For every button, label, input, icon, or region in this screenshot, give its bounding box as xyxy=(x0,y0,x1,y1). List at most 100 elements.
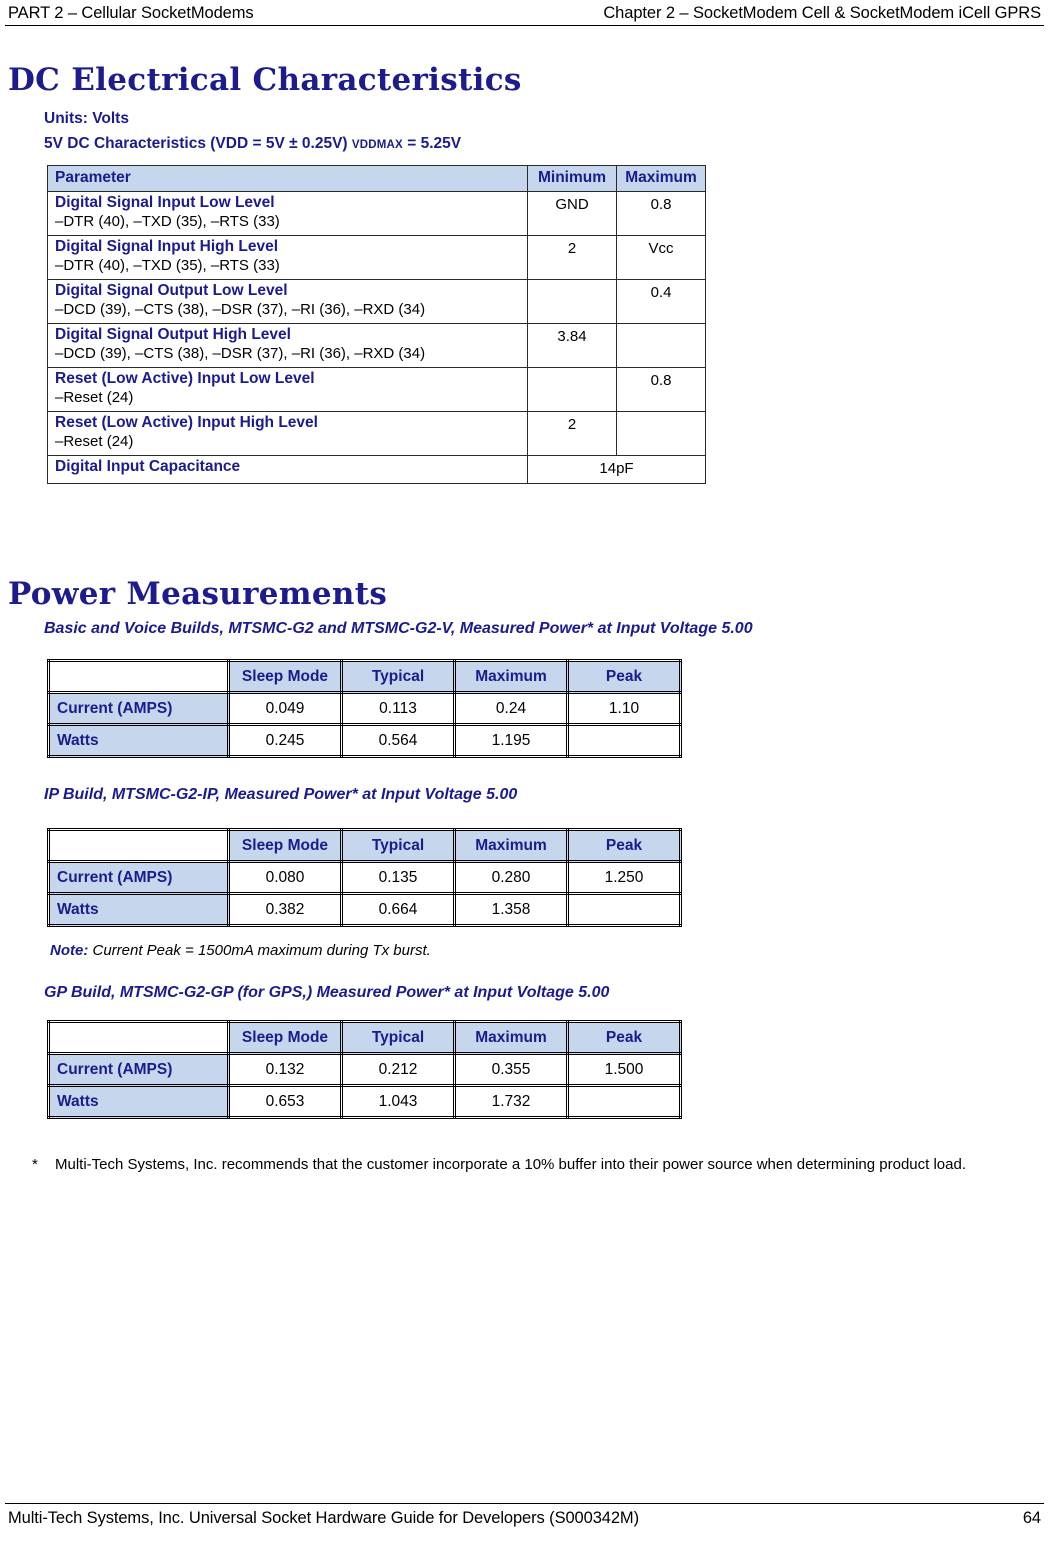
power-header-maximum: Maximum xyxy=(453,659,569,694)
footnote-text: Multi-Tech Systems, Inc. recommends that… xyxy=(55,1156,967,1173)
power-cell xyxy=(566,892,682,927)
power-row-label-current: Current (AMPS) xyxy=(47,1052,230,1087)
dc-parameter-cell: Digital Signal Input High Level –DTR (40… xyxy=(47,235,528,280)
table-row: Digital Signal Output High Level –DCD (3… xyxy=(47,323,706,368)
power-cell: 1.500 xyxy=(566,1052,682,1087)
dc-parameter-pins: –DTR (40), –TXD (35), –RTS (33) xyxy=(55,212,280,230)
power-cell: 0.280 xyxy=(453,860,569,895)
section-title-dc-electrical-characteristics: DC Electrical Characteristics xyxy=(8,62,522,98)
dc-header-parameter: Parameter xyxy=(47,165,528,192)
power-table-basic-voice: Sleep Mode Typical Maximum Peak Current … xyxy=(47,659,682,758)
footer-divider xyxy=(5,1503,1044,1504)
power-cell xyxy=(566,1084,682,1119)
power-cell: 1.358 xyxy=(453,892,569,927)
power-cell: 1.10 xyxy=(566,691,682,726)
page-number: 64 xyxy=(1022,1509,1041,1527)
power-row-label-watts: Watts xyxy=(47,1084,230,1119)
dc-parameter-cell: Reset (Low Active) Input High Level –Res… xyxy=(47,411,528,456)
power-header-typical: Typical xyxy=(340,1020,456,1055)
note-text: Current Peak = 1500mA maximum during Tx … xyxy=(88,942,431,959)
dc-parameter-pins: –DCD (39), –CTS (38), –DSR (37), –RI (36… xyxy=(55,344,426,362)
power-row-label-watts: Watts xyxy=(47,892,230,927)
table-row: Current (AMPS) 0.132 0.212 0.355 1.500 xyxy=(47,1052,682,1087)
power-cell: 0.135 xyxy=(340,860,456,895)
table-row: Watts 0.245 0.564 1.195 xyxy=(47,723,682,758)
dc-minimum-cell xyxy=(527,279,617,324)
table-header-row: Parameter Minimum Maximum xyxy=(47,165,706,192)
power-cell: 0.24 xyxy=(453,691,569,726)
power-header-sleep-mode: Sleep Mode xyxy=(227,659,343,694)
table-row: Digital Signal Output Low Level –DCD (39… xyxy=(47,279,706,324)
dc-parameter-cell: Digital Input Capacitance xyxy=(47,455,528,484)
power-header-corner xyxy=(47,828,230,863)
power-cell: 1.250 xyxy=(566,860,682,895)
dc-parameter-pins: –Reset (24) xyxy=(55,388,134,406)
table-header-row: Sleep Mode Typical Maximum Peak xyxy=(47,1020,682,1055)
units-line: Units: Volts xyxy=(44,110,129,127)
page-footer: Multi-Tech Systems, Inc. Universal Socke… xyxy=(8,1509,1041,1528)
dc-maximum-cell xyxy=(616,323,706,368)
power-header-maximum: Maximum xyxy=(453,1020,569,1055)
power-cell xyxy=(566,723,682,758)
section-title-power-measurements: Power Measurements xyxy=(8,576,388,612)
dc-parameter-name: Digital Input Capacitance xyxy=(55,458,241,475)
dc-parameter-name: Reset (Low Active) Input High Level xyxy=(55,414,318,431)
power-table-gp-build: Sleep Mode Typical Maximum Peak Current … xyxy=(47,1020,682,1119)
power-header-sleep-mode: Sleep Mode xyxy=(227,1020,343,1055)
power-header-maximum: Maximum xyxy=(453,828,569,863)
dc-parameter-name: Digital Signal Input Low Level xyxy=(55,194,275,211)
footer-left-text: Multi-Tech Systems, Inc. Universal Socke… xyxy=(8,1509,639,1527)
power-cell: 0.212 xyxy=(340,1052,456,1087)
gp-build-heading: GP Build, MTSMC-G2-GP (for GPS,) Measure… xyxy=(44,984,610,1001)
dc-minimum-cell: GND xyxy=(527,191,617,236)
running-head-right: Chapter 2 – SocketModem Cell & SocketMod… xyxy=(603,4,1041,22)
dc-characteristics-table: Parameter Minimum Maximum Digital Signal… xyxy=(47,165,706,484)
table-row: Current (AMPS) 0.080 0.135 0.280 1.250 xyxy=(47,860,682,895)
power-cell: 1.043 xyxy=(340,1084,456,1119)
table-row: Digital Input Capacitance 14pF xyxy=(47,455,706,484)
power-cell: 0.355 xyxy=(453,1052,569,1087)
dc-maximum-cell: Vcc xyxy=(616,235,706,280)
power-cell: 1.195 xyxy=(453,723,569,758)
power-cell: 1.732 xyxy=(453,1084,569,1119)
power-header-peak: Peak xyxy=(566,1020,682,1055)
table-row: Watts 0.382 0.664 1.358 xyxy=(47,892,682,927)
basic-build-heading: Basic and Voice Builds, MTSMC-G2 and MTS… xyxy=(44,620,753,637)
power-row-label-current: Current (AMPS) xyxy=(47,860,230,895)
document-page: PART 2 – Cellular SocketModems Chapter 2… xyxy=(0,0,1049,1541)
ip-build-heading: IP Build, MTSMC-G2-IP, Measured Power* a… xyxy=(44,786,518,803)
running-head-left: PART 2 – Cellular SocketModems xyxy=(8,4,254,22)
dc-minimum-cell: 2 xyxy=(527,411,617,456)
power-cell: 0.049 xyxy=(227,691,343,726)
power-cell: 0.564 xyxy=(340,723,456,758)
table-header-row: Sleep Mode Typical Maximum Peak xyxy=(47,659,682,694)
footnote: * Multi-Tech Systems, Inc. recommends th… xyxy=(32,1155,1012,1175)
running-head-divider xyxy=(5,25,1044,26)
power-header-sleep-mode: Sleep Mode xyxy=(227,828,343,863)
power-header-typical: Typical xyxy=(340,828,456,863)
power-header-peak: Peak xyxy=(566,828,682,863)
table-row: Reset (Low Active) Input High Level –Res… xyxy=(47,411,706,456)
dc-minimum-cell: 3.84 xyxy=(527,323,617,368)
power-cell: 0.382 xyxy=(227,892,343,927)
table-row: Reset (Low Active) Input Low Level –Rese… xyxy=(47,367,706,412)
power-cell: 0.245 xyxy=(227,723,343,758)
dc-minimum-cell: 2 xyxy=(527,235,617,280)
power-cell: 0.080 xyxy=(227,860,343,895)
table-row: Watts 0.653 1.043 1.732 xyxy=(47,1084,682,1119)
power-row-label-watts: Watts xyxy=(47,723,230,758)
footnote-marker: * xyxy=(32,1156,38,1173)
power-cell: 0.113 xyxy=(340,691,456,726)
power-header-peak: Peak xyxy=(566,659,682,694)
dc-maximum-cell: 0.8 xyxy=(616,191,706,236)
dc-parameter-name: Reset (Low Active) Input Low Level xyxy=(55,370,315,387)
power-cell: 0.132 xyxy=(227,1052,343,1087)
power-cell: 0.664 xyxy=(340,892,456,927)
dc-parameter-name: Digital Signal Output Low Level xyxy=(55,282,288,299)
power-header-corner xyxy=(47,659,230,694)
dc-header-maximum: Maximum xyxy=(616,165,706,192)
dc-parameter-cell: Digital Signal Input Low Level –DTR (40)… xyxy=(47,191,528,236)
dc-maximum-cell: 0.8 xyxy=(616,367,706,412)
dc-parameter-pins: –DTR (40), –TXD (35), –RTS (33) xyxy=(55,256,280,274)
dc-capacitance-value: 14pF xyxy=(527,455,706,484)
